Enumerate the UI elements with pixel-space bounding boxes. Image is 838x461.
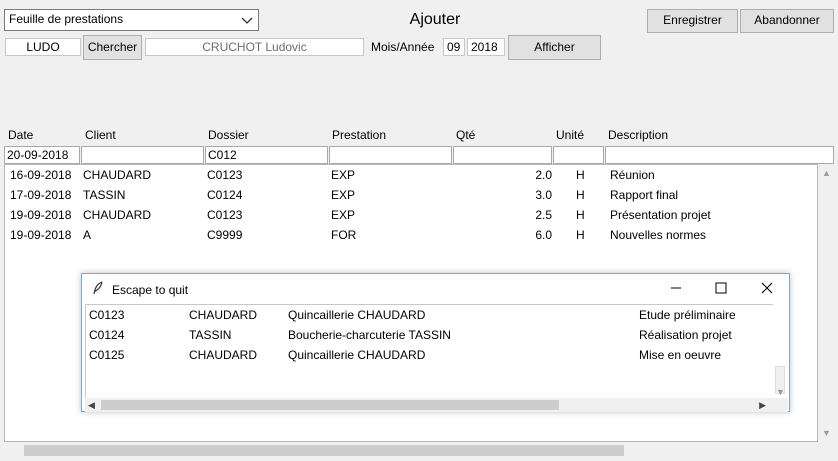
month-year-label: Mois/Année	[371, 40, 435, 54]
user-name-field: CRUCHOT Ludovic	[145, 38, 364, 56]
filter-date[interactable]: 20-09-2018	[4, 146, 80, 164]
item-client: CHAUDARD	[189, 308, 258, 322]
cell-qte: 2.5	[535, 208, 552, 222]
popup-title: Escape to quit	[112, 283, 189, 297]
item-dossier: C0123	[89, 308, 125, 322]
cell-prestation: EXP	[331, 168, 356, 182]
scroll-thumb[interactable]	[101, 400, 559, 410]
feather-icon	[92, 281, 104, 298]
item-dossier: C0124	[89, 328, 125, 342]
filter-description[interactable]	[605, 146, 834, 164]
popup-horizontal-scrollbar[interactable]: ◀ ▶	[85, 398, 788, 412]
list-item[interactable]: C0123 CHAUDARD Quincaillerie CHAUDARD Et…	[86, 305, 774, 325]
search-button[interactable]: Chercher	[83, 35, 142, 60]
item-client: TASSIN	[189, 328, 232, 342]
list-vertical-scrollbar[interactable]: ▲ ▼	[818, 164, 835, 442]
scroll-right-icon[interactable]: ▶	[759, 400, 766, 411]
cell-qte: 3.0	[535, 188, 552, 202]
list-horizontal-scrollbar[interactable]	[4, 442, 818, 459]
filter-dossier[interactable]: C012	[205, 146, 328, 164]
cell-client: TASSIN	[83, 188, 126, 202]
item-description: Réalisation projet	[639, 328, 732, 342]
popup-titlebar[interactable]: Escape to quit	[82, 274, 789, 304]
item-name: Boucherie-charcuterie TASSIN	[288, 328, 451, 342]
cell-qte: 6.0	[535, 228, 552, 242]
cell-unite: H	[576, 188, 585, 202]
cell-date: 17-09-2018	[10, 188, 72, 202]
cell-description: Réunion	[610, 168, 655, 182]
popup-vertical-scrollbar[interactable]: ▼	[773, 304, 788, 399]
cell-description: Rapport final	[610, 188, 679, 202]
cell-unite: H	[576, 228, 585, 242]
filter-qte[interactable]	[453, 146, 552, 164]
scroll-down-icon[interactable]: ▼	[776, 387, 785, 397]
cell-dossier: C0123	[207, 208, 243, 222]
cell-qte: 2.0	[535, 168, 552, 182]
popup-list[interactable]: C0123 CHAUDARD Quincaillerie CHAUDARD Et…	[85, 304, 775, 399]
filter-prestation[interactable]	[329, 146, 452, 164]
cell-description: Présentation projet	[610, 208, 711, 222]
cell-unite: H	[576, 168, 585, 182]
minimize-icon[interactable]	[670, 280, 682, 297]
cell-description: Nouvelles normes	[610, 228, 707, 242]
table-row[interactable]: 19-09-2018 CHAUDARD C0123 EXP 2.5 H Prés…	[5, 205, 817, 225]
header-description: Description	[608, 128, 669, 142]
item-name: Quincaillerie CHAUDARD	[288, 308, 426, 322]
header-dossier: Dossier	[208, 128, 249, 142]
show-button[interactable]: Afficher	[508, 35, 601, 60]
item-name: Quincaillerie CHAUDARD	[288, 348, 426, 362]
table-row[interactable]: 19-09-2018 A C9999 FOR 6.0 H Nouvelles n…	[5, 225, 817, 245]
cell-client: CHAUDARD	[83, 168, 152, 182]
header-prestation: Prestation	[332, 128, 387, 142]
header-client: Client	[85, 128, 116, 142]
scroll-down-icon[interactable]: ▼	[822, 428, 831, 438]
close-icon[interactable]	[761, 282, 773, 297]
item-dossier: C0125	[89, 348, 125, 362]
cell-client: A	[83, 228, 92, 242]
header-qte: Qté	[456, 128, 476, 142]
mode-select-value: Feuille de prestations	[9, 12, 124, 26]
mode-select[interactable]: Feuille de prestations	[4, 9, 259, 31]
table-row[interactable]: 16-09-2018 CHAUDARD C0123 EXP 2.0 H Réun…	[5, 165, 817, 185]
scroll-thumb[interactable]	[821, 182, 832, 242]
cell-date: 19-09-2018	[10, 228, 72, 242]
chevron-down-icon	[240, 12, 254, 28]
cell-date: 16-09-2018	[10, 168, 72, 182]
item-client: CHAUDARD	[189, 348, 258, 362]
cell-unite: H	[576, 208, 585, 222]
cell-dossier: C9999	[207, 228, 243, 242]
list-item[interactable]: C0125 CHAUDARD Quincaillerie CHAUDARD Mi…	[86, 345, 774, 365]
item-description: Etude préliminaire	[639, 308, 736, 322]
cell-dossier: C0124	[207, 188, 243, 202]
header-unite: Unité	[556, 128, 585, 142]
list-item[interactable]: C0124 TASSIN Boucherie-charcuterie TASSI…	[86, 325, 774, 345]
lookup-popup[interactable]: Escape to quit C0123 CHAUDARD Quincaille…	[81, 273, 790, 412]
cell-date: 19-09-2018	[10, 208, 72, 222]
cell-prestation: EXP	[331, 208, 356, 222]
scroll-thumb[interactable]	[24, 445, 624, 456]
page-title: Ajouter	[409, 11, 461, 28]
filter-client[interactable]	[81, 146, 204, 164]
table-row[interactable]: 17-09-2018 TASSIN C0124 EXP 3.0 H Rappor…	[5, 185, 817, 205]
month-field[interactable]: 09	[443, 38, 465, 56]
year-field[interactable]: 2018	[467, 38, 505, 56]
scroll-left-icon[interactable]: ◀	[88, 400, 95, 411]
header-date: Date	[8, 128, 34, 142]
user-code-field[interactable]: LUDO	[5, 38, 81, 56]
cell-dossier: C0123	[207, 168, 243, 182]
cell-prestation: EXP	[331, 188, 356, 202]
item-description: Mise en oeuvre	[639, 348, 722, 362]
maximize-icon[interactable]	[715, 282, 727, 297]
abandon-button[interactable]: Abandonner	[740, 9, 834, 33]
save-button[interactable]: Enregistrer	[647, 9, 738, 33]
scroll-up-icon[interactable]: ▲	[822, 168, 831, 178]
cell-prestation: FOR	[331, 228, 357, 242]
filter-unite[interactable]	[553, 146, 604, 164]
cell-client: CHAUDARD	[83, 208, 152, 222]
